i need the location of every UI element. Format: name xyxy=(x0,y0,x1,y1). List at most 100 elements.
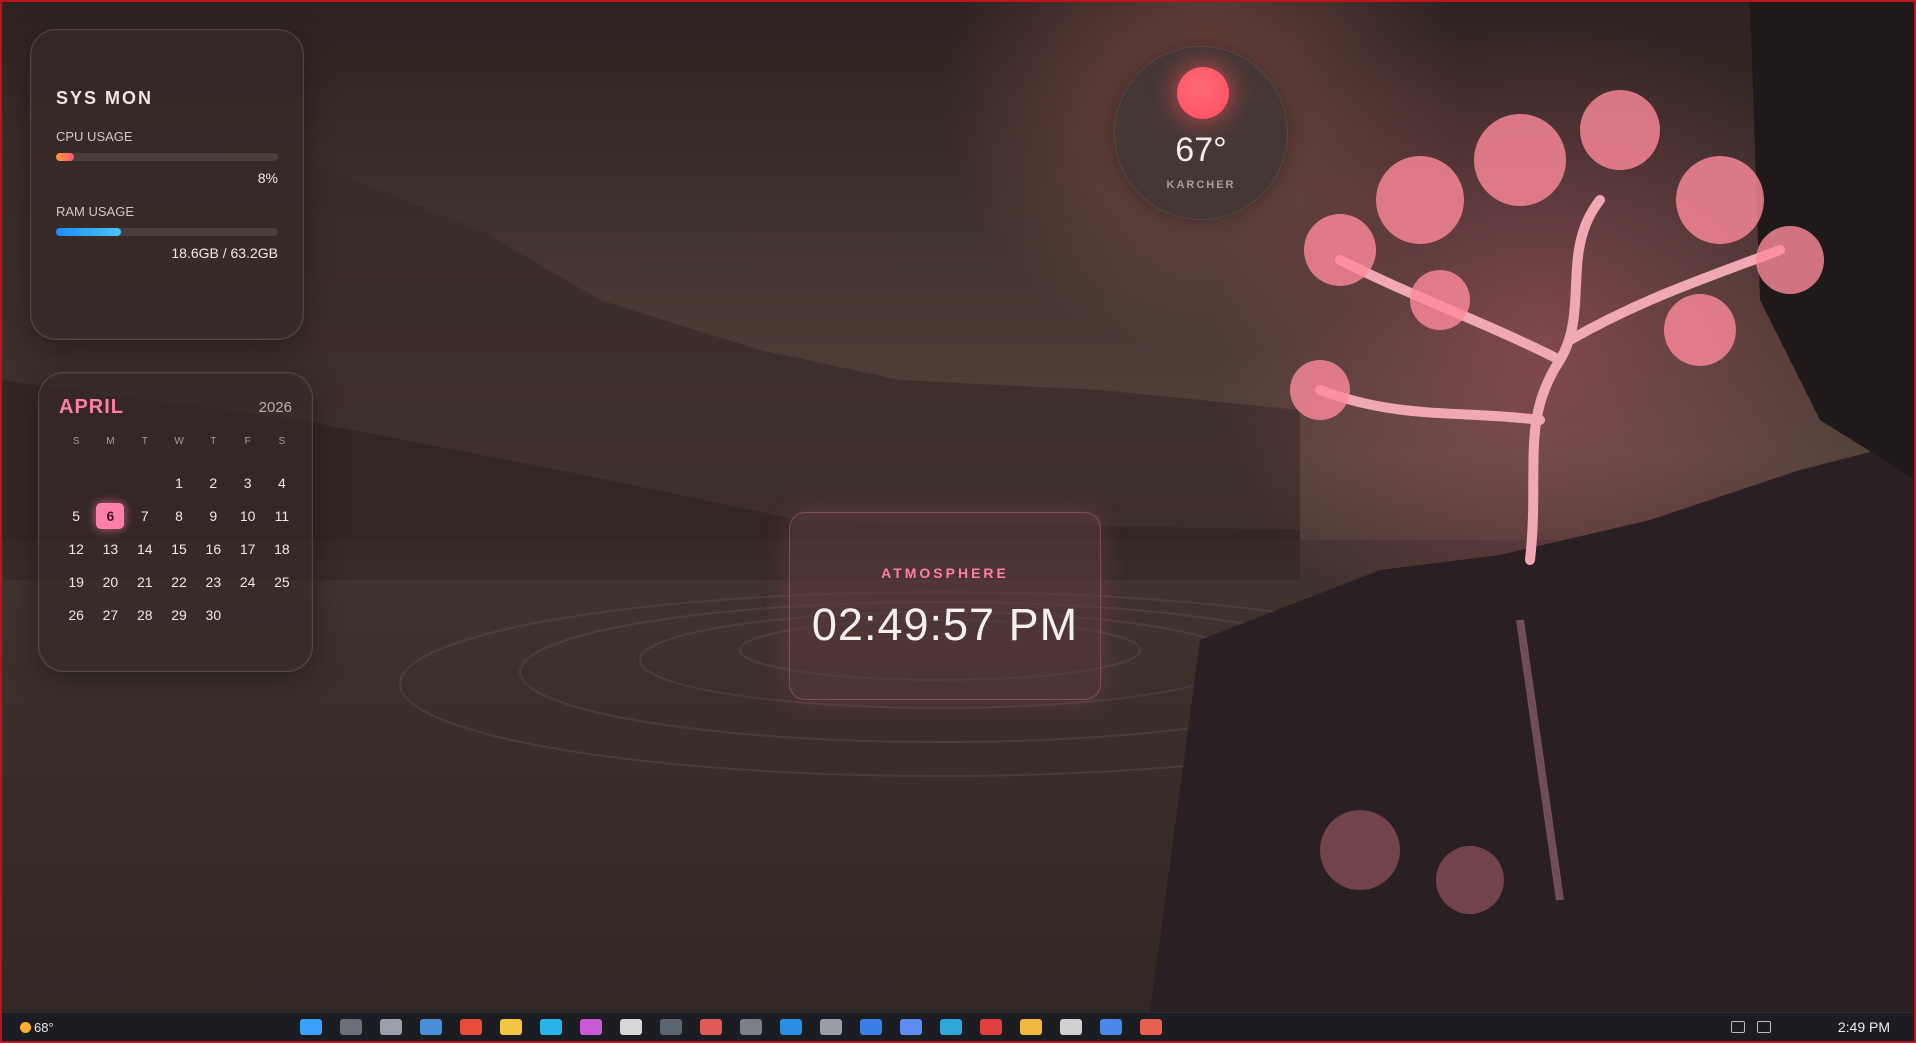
calendar-day[interactable]: 27 xyxy=(93,598,127,631)
calendar-day[interactable]: 22 xyxy=(162,565,196,598)
taskbar-weather[interactable]: 68° xyxy=(20,1020,54,1035)
app-icon[interactable] xyxy=(1100,1019,1122,1035)
calendar-day-number: 8 xyxy=(175,507,183,524)
folder-icon[interactable] xyxy=(1020,1019,1042,1035)
store-icon[interactable] xyxy=(540,1019,562,1035)
calendar-day-number: 6 xyxy=(96,502,125,529)
calendar-day-number: 9 xyxy=(209,507,218,524)
calendar-day[interactable]: 18 xyxy=(265,532,299,565)
calendar-day-number: 26 xyxy=(68,606,84,623)
search-icon[interactable] xyxy=(340,1019,362,1035)
calendar-day[interactable]: 21 xyxy=(128,565,162,598)
calendar-day-number: 10 xyxy=(239,507,256,524)
app-icon[interactable] xyxy=(1140,1019,1162,1035)
weekday-label: T xyxy=(141,436,148,447)
calendar-day-number: 1 xyxy=(175,474,183,491)
ram-usage-fill xyxy=(56,228,122,236)
app-icon[interactable] xyxy=(980,1019,1002,1035)
calendar-day-number: 21 xyxy=(136,573,153,590)
calendar-day[interactable]: 7 xyxy=(128,499,162,532)
network-icon[interactable] xyxy=(1731,1021,1745,1033)
calendar-empty-cell xyxy=(128,466,162,499)
calendar-day[interactable]: 23 xyxy=(196,565,230,598)
calendar-day[interactable]: 28 xyxy=(128,598,162,631)
calendar-day[interactable]: 19 xyxy=(59,565,93,598)
calendar-day-number: 30 xyxy=(205,606,222,623)
calendar-day-number: 20 xyxy=(102,573,119,590)
vscode-icon[interactable] xyxy=(780,1019,802,1035)
taskbar-app-icons xyxy=(300,1019,1162,1039)
calendar-day[interactable]: 26 xyxy=(59,598,93,631)
calendar-day[interactable]: 30 xyxy=(196,598,230,631)
taskbar-clock[interactable]: 2:49 PM xyxy=(1838,1019,1890,1035)
calendar-widget: APRIL 2026 S M T W T F S 1 2 3 4 5 6 7 8 9 10 11 12 13 14 15 1… xyxy=(38,372,313,672)
ram-usage-bar xyxy=(56,228,278,236)
calendar-day-number: 22 xyxy=(171,573,187,590)
calendar-day-number: 24 xyxy=(239,573,256,590)
taskview-icon[interactable] xyxy=(380,1019,402,1035)
calendar-day-number: 29 xyxy=(171,606,187,623)
notepad-icon[interactable] xyxy=(620,1019,642,1035)
calendar-day-number: 17 xyxy=(239,540,256,557)
calendar-day-number: 23 xyxy=(205,573,222,590)
calendar-day[interactable]: 5 xyxy=(59,499,93,532)
calendar-day[interactable]: 12 xyxy=(59,532,93,565)
calendar-day[interactable]: 11 xyxy=(265,499,299,532)
calendar-day[interactable]: 2 xyxy=(196,466,230,499)
cpu-usage-label: CPU USAGE xyxy=(56,129,133,144)
weather-widget: 67° KARCHER xyxy=(1114,46,1288,220)
app-icon[interactable] xyxy=(1060,1019,1082,1035)
calendar-day-number: 14 xyxy=(136,540,153,557)
terminal-icon[interactable] xyxy=(660,1019,682,1035)
calendar-day-number: 19 xyxy=(68,573,84,590)
edge-icon[interactable] xyxy=(940,1019,962,1035)
app-icon[interactable] xyxy=(580,1019,602,1035)
calendar-day[interactable]: 1 xyxy=(162,466,196,499)
widgets-icon[interactable] xyxy=(420,1019,442,1035)
taskbar-weather-temp: 68° xyxy=(34,1020,54,1035)
app-icon[interactable] xyxy=(740,1019,762,1035)
calendar-day[interactable]: 20 xyxy=(93,565,127,598)
calendar-day[interactable]: 9 xyxy=(196,499,230,532)
calendar-day[interactable]: 24 xyxy=(230,565,264,598)
calendar-day[interactable]: 25 xyxy=(265,565,299,598)
calendar-day-today[interactable]: 6 xyxy=(93,499,127,532)
calendar-day-number: 11 xyxy=(274,507,290,524)
clock-widget: ATMOSPHERE 02:49:57 PM xyxy=(789,512,1101,700)
calendar-day[interactable]: 14 xyxy=(128,532,162,565)
calendar-grid: S M T W T F S 1 2 3 4 5 6 7 8 9 10 11 12 13 14 15 16 17 18 19 20 21… xyxy=(59,436,292,631)
calendar-day-number: 12 xyxy=(68,540,84,557)
calendar-day-number: 2 xyxy=(209,474,218,491)
ram-usage-value: 18.6GB / 63.2GB xyxy=(171,245,278,261)
calendar-day[interactable]: 29 xyxy=(162,598,196,631)
calendar-month: APRIL xyxy=(59,396,124,418)
calendar-day-number: 7 xyxy=(140,507,149,524)
calendar-day[interactable]: 15 xyxy=(162,532,196,565)
calendar-day-number: 18 xyxy=(274,540,290,557)
media-icon[interactable] xyxy=(700,1019,722,1035)
calendar-empty-cell xyxy=(93,466,127,499)
calendar-day[interactable]: 8 xyxy=(162,499,196,532)
system-monitor-widget: SYS MON CPU USAGE 8% RAM USAGE 18.6GB / … xyxy=(30,29,304,340)
app-icon[interactable] xyxy=(860,1019,882,1035)
calendar-day[interactable]: 17 xyxy=(230,532,264,565)
system-tray xyxy=(1731,1021,1771,1033)
calendar-day[interactable]: 3 xyxy=(230,466,264,499)
calendar-day[interactable]: 4 xyxy=(265,466,299,499)
chrome-icon[interactable] xyxy=(460,1019,482,1035)
volume-icon[interactable] xyxy=(1757,1021,1771,1033)
taskbar: 68° 2:49 PM xyxy=(0,1012,1916,1043)
sun-icon xyxy=(1177,67,1229,119)
weekday-label: T xyxy=(210,436,217,447)
calendar-day[interactable]: 10 xyxy=(230,499,264,532)
calendar-day-number: 13 xyxy=(102,540,119,557)
calendar-day[interactable]: 16 xyxy=(196,532,230,565)
app-icon[interactable] xyxy=(900,1019,922,1035)
calendar-day[interactable]: 13 xyxy=(93,532,127,565)
calendar-empty-cell xyxy=(59,466,93,499)
start-icon[interactable] xyxy=(300,1019,322,1035)
weather-location: KARCHER xyxy=(1166,179,1236,191)
settings-icon[interactable] xyxy=(820,1019,842,1035)
weather-temperature: 67° xyxy=(1175,131,1227,169)
file-explorer-icon[interactable] xyxy=(500,1019,522,1035)
